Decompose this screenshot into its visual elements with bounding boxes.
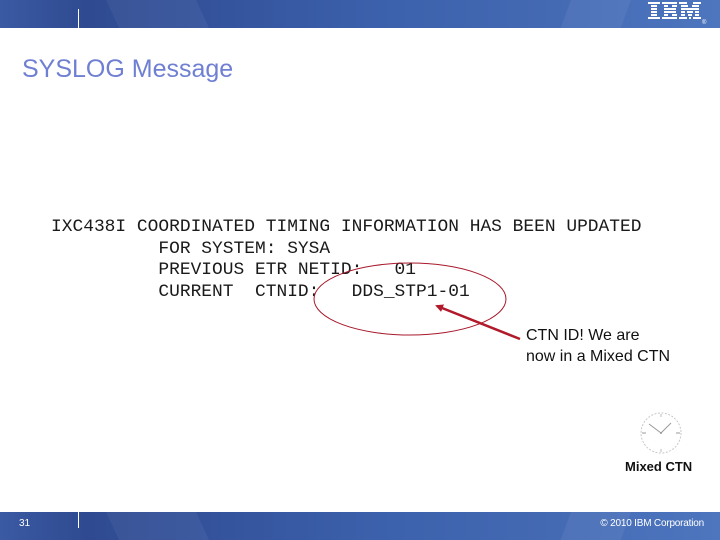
callout-text: CTN ID! We are now in a Mixed CTN <box>526 325 670 367</box>
callout-arrow <box>435 304 521 341</box>
slide-title: SYSLOG Message <box>22 55 234 83</box>
syslog-line: CURRENT CTNID: DDS_STP1-01 <box>51 281 470 302</box>
footer-band: 31 © 2010 IBM Corporation <box>0 512 720 540</box>
header-band: ® <box>0 0 720 28</box>
svg-text:®: ® <box>702 19 707 26</box>
clock-label: Mixed CTN <box>625 459 693 474</box>
ibm-logo-icon: ® <box>648 2 707 26</box>
syslog-line: FOR SYSTEM: SYSA <box>51 238 331 259</box>
syslog-line: IXC438I COORDINATED TIMING INFORMATION H… <box>51 217 642 237</box>
clock-icon <box>640 412 682 454</box>
syslog-line: PREVIOUS ETR NETID: 01 <box>51 260 417 280</box>
callout-line: now in a Mixed CTN <box>526 348 671 365</box>
page-number: 31 <box>19 518 31 529</box>
footer-divider <box>78 512 79 528</box>
copyright: © 2010 IBM Corporation <box>600 518 704 529</box>
syslog-message: IXC438I COORDINATED TIMING INFORMATION H… <box>51 217 642 303</box>
header-divider <box>78 9 79 28</box>
callout-line: CTN ID! We are <box>526 327 640 344</box>
